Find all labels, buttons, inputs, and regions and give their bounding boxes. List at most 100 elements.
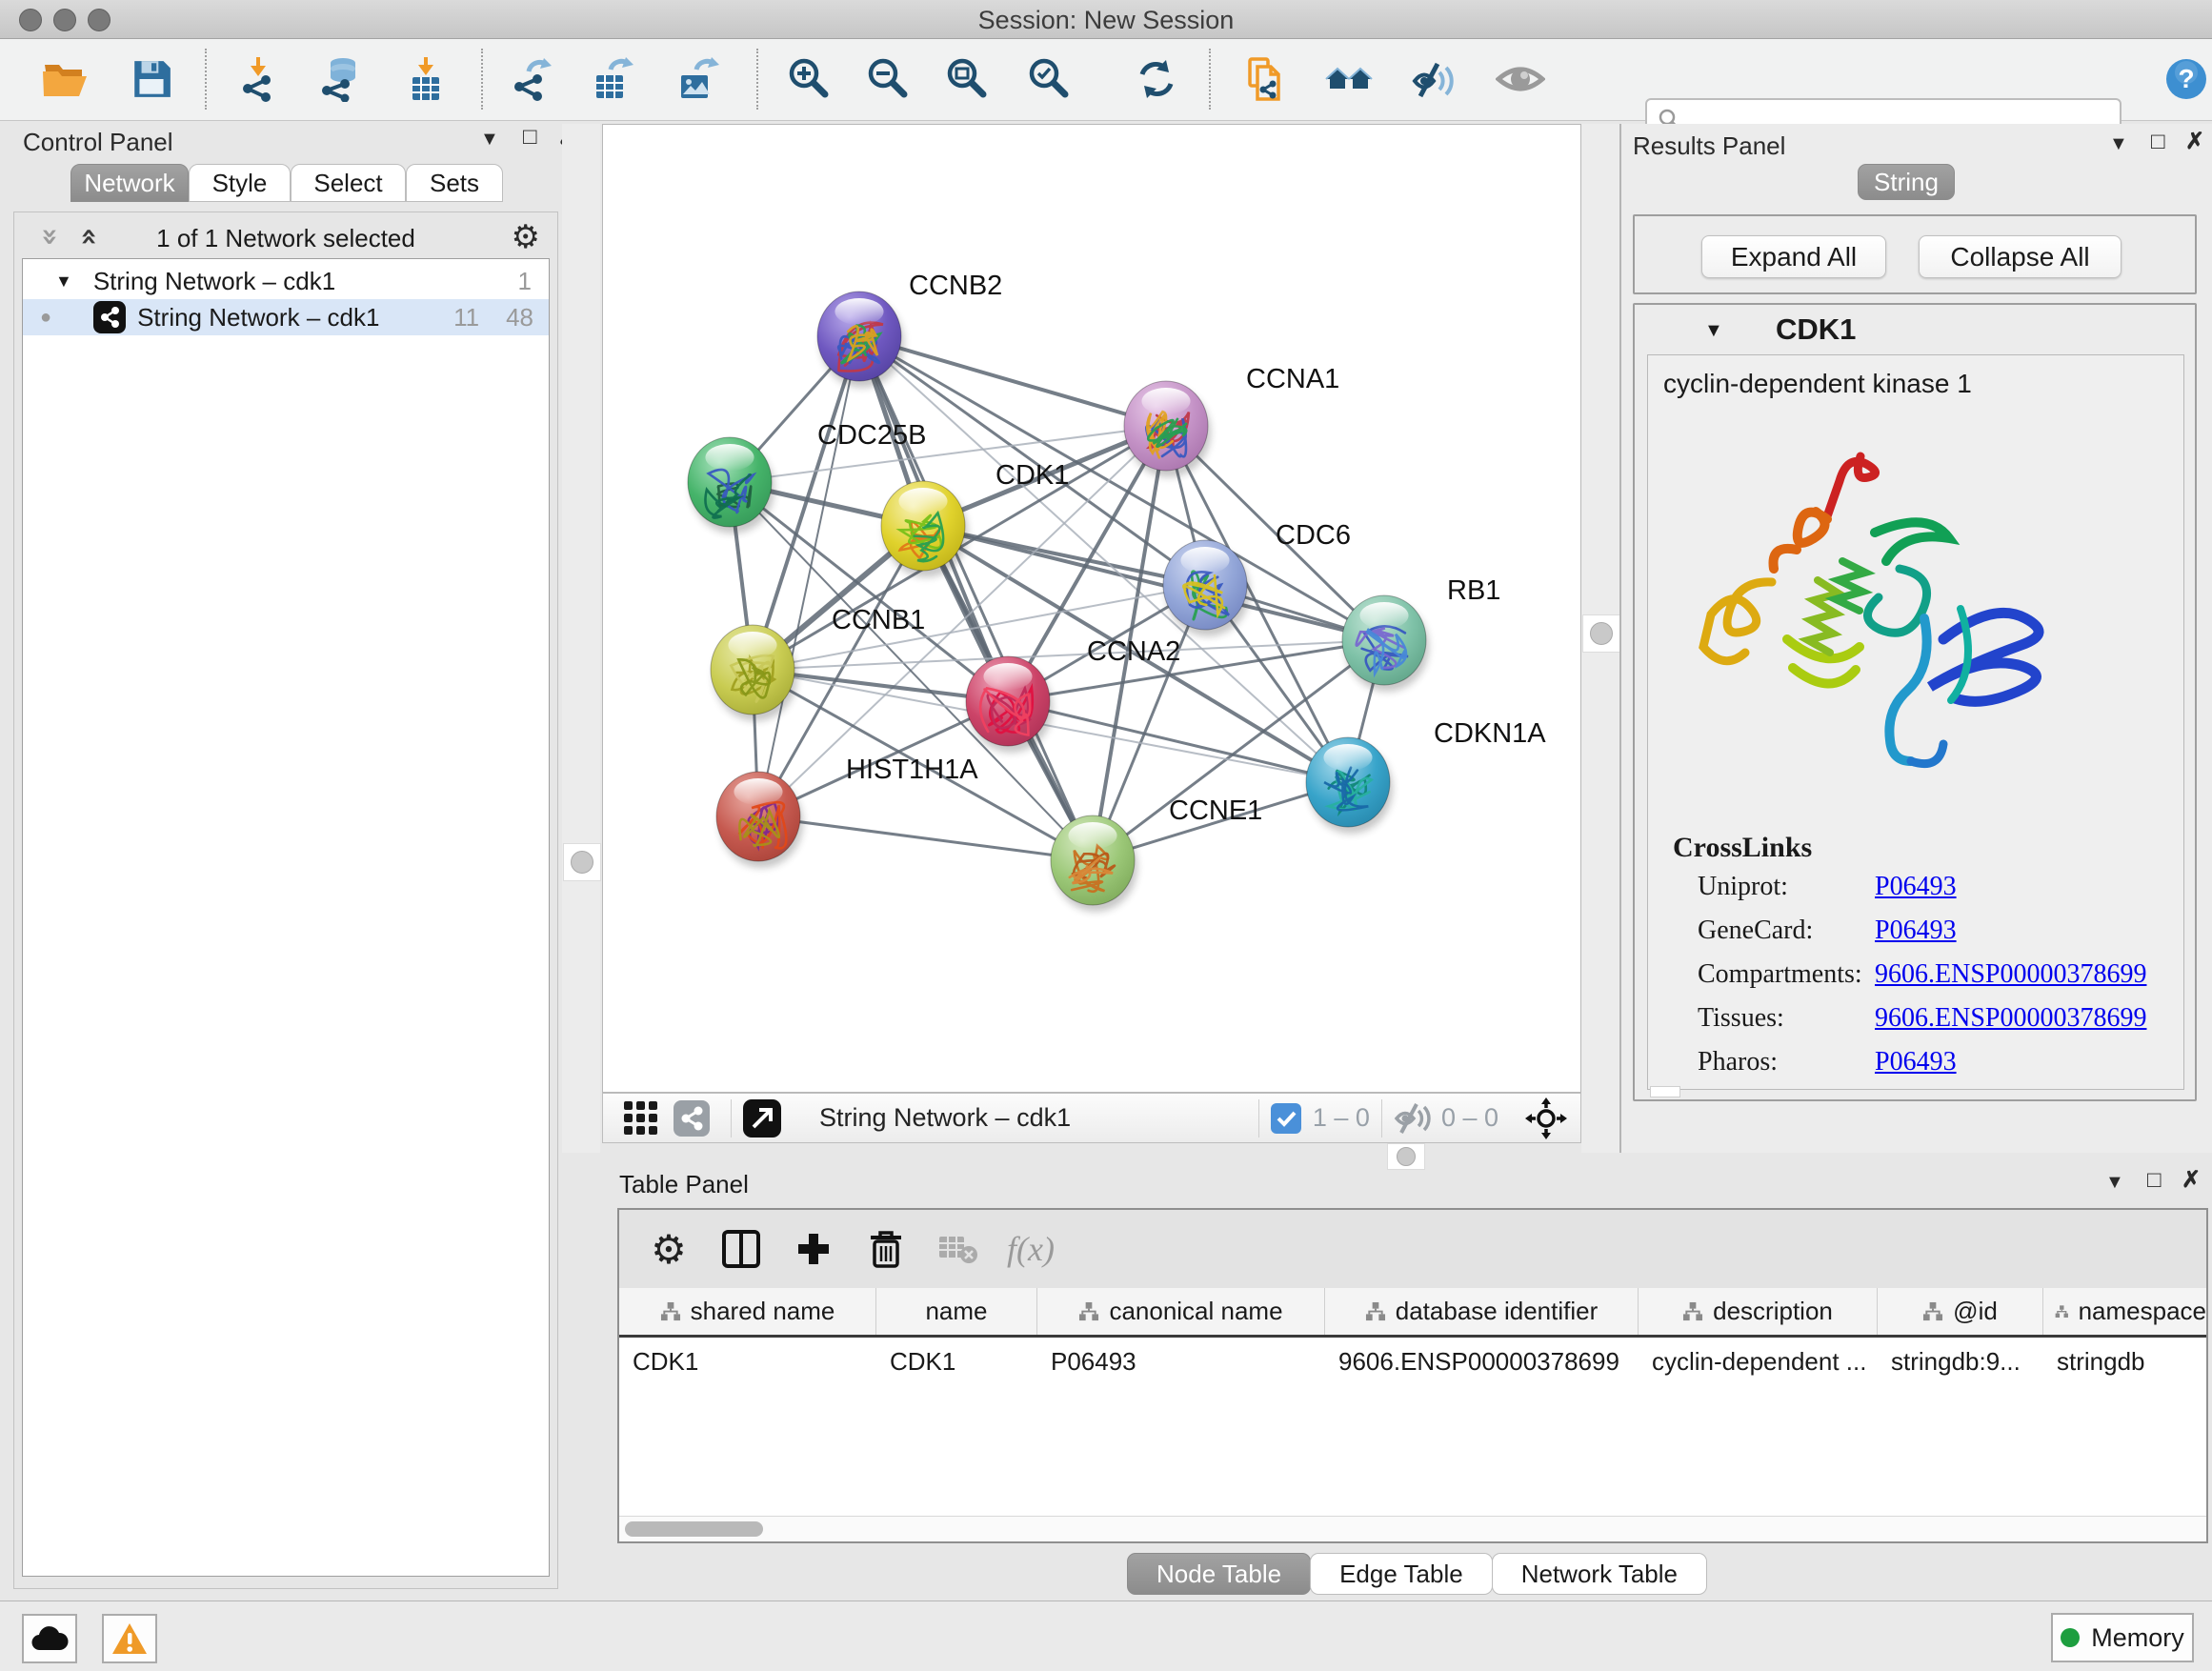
network-edge[interactable] — [758, 336, 859, 816]
hide-panels-button[interactable] — [1407, 51, 1462, 107]
cell-shared-name[interactable]: CDK1 — [619, 1340, 876, 1382]
network-canvas[interactable]: CCNB2CCNA1CDC25BCDK1CDC6RB1CCNB1CCNA2CDK… — [602, 124, 1581, 1093]
gene-caret-icon[interactable]: ▼ — [1704, 320, 1723, 342]
crosslink-value-link[interactable]: P06493 — [1875, 1047, 1957, 1077]
crosslink-value-link[interactable]: 9606.ENSP00000378699 — [1875, 1003, 2146, 1034]
tree-caret-icon[interactable]: ▼ — [55, 272, 72, 292]
collapse-panel-icon[interactable]: ▼ — [2105, 1173, 2124, 1192]
network-node-RB1[interactable] — [1342, 595, 1426, 685]
network-node-CDK1[interactable] — [881, 481, 965, 571]
export-network-button[interactable] — [503, 51, 558, 107]
table-settings-gear-icon[interactable]: ⚙ — [633, 1226, 705, 1273]
right-splitter[interactable] — [1581, 124, 1619, 1153]
crosslink-value-link[interactable]: P06493 — [1875, 872, 1957, 902]
warnings-button[interactable] — [102, 1614, 157, 1663]
cell-name[interactable]: CDK1 — [876, 1340, 1037, 1382]
column-header[interactable]: shared name — [619, 1288, 876, 1335]
float-panel-icon[interactable]: □ — [2151, 131, 2165, 153]
detach-view-icon[interactable] — [743, 1099, 781, 1137]
network-node-CDC6[interactable] — [1163, 540, 1247, 630]
network-node-CCNA2[interactable] — [966, 656, 1050, 746]
tab-style[interactable]: Style — [189, 164, 291, 202]
help-button[interactable]: ? — [2159, 51, 2212, 107]
add-column-icon[interactable] — [777, 1230, 850, 1268]
network-options-gear-icon[interactable]: ⚙ — [512, 218, 540, 256]
tab-string[interactable]: String — [1858, 164, 1955, 200]
column-header[interactable]: namespace — [2043, 1288, 2206, 1335]
tab-network-table[interactable]: Network Table — [1492, 1553, 1707, 1595]
float-panel-icon[interactable]: □ — [2147, 1169, 2162, 1192]
show-panels-button[interactable] — [1493, 51, 1548, 107]
network-node-CCNA1[interactable] — [1124, 381, 1208, 471]
export-image-button[interactable] — [671, 51, 726, 107]
import-table-button[interactable] — [398, 51, 453, 107]
column-header[interactable]: description — [1639, 1288, 1878, 1335]
save-session-button[interactable] — [124, 51, 179, 107]
string-view-icon[interactable] — [674, 1100, 710, 1137]
right-splitter-handle[interactable] — [1582, 614, 1620, 653]
network-node-CCNE1[interactable] — [1051, 815, 1135, 905]
zoom-in-button[interactable] — [781, 51, 836, 107]
cell-namespace[interactable]: stringdb — [2043, 1340, 2206, 1382]
close-panel-icon[interactable]: ✗ — [2185, 131, 2204, 153]
grid-view-icon[interactable] — [624, 1101, 658, 1136]
network-collection-row[interactable]: ▼ String Network – cdk1 1 — [23, 263, 549, 299]
home-networks-button[interactable] — [1321, 51, 1377, 107]
table-row[interactable]: CDK1 CDK1 P06493 9606.ENSP00000378699 cy… — [619, 1340, 2206, 1382]
network-node-HIST1H1A[interactable] — [716, 772, 800, 861]
selected-checkbox-icon[interactable] — [1271, 1103, 1301, 1134]
apply-layout-button[interactable] — [1129, 51, 1184, 107]
network-node-CCNB1[interactable] — [711, 625, 794, 715]
bottom-splitter-handle[interactable] — [1387, 1143, 1425, 1170]
crosslink-value-link[interactable]: P06493 — [1875, 916, 1957, 946]
cell-id[interactable]: stringdb:9... — [1878, 1340, 2043, 1382]
memory-button[interactable]: Memory — [2051, 1613, 2194, 1662]
show-columns-icon[interactable] — [705, 1229, 777, 1269]
crosslink-value-link[interactable]: 9606.ENSP00000378699 — [1875, 959, 2146, 990]
open-session-button[interactable] — [37, 51, 92, 107]
column-header[interactable]: canonical name — [1037, 1288, 1325, 1335]
network-node-CDC25B[interactable] — [688, 437, 772, 527]
cell-description[interactable]: cyclin-dependent ... — [1639, 1340, 1878, 1382]
column-header[interactable]: @id — [1878, 1288, 2043, 1335]
column-header[interactable]: database identifier — [1325, 1288, 1639, 1335]
import-network-database-button[interactable] — [314, 51, 370, 107]
results-scroll-notch[interactable] — [1650, 1086, 1680, 1097]
tab-sets[interactable]: Sets — [406, 164, 503, 202]
left-splitter-handle[interactable] — [563, 843, 601, 881]
control-panel-title: Control Panel — [23, 128, 173, 157]
collapse-panel-icon[interactable]: ▼ — [480, 130, 499, 149]
import-network-file-button[interactable] — [231, 51, 286, 107]
network-node-CDKN1A[interactable] — [1306, 737, 1390, 827]
export-table-button[interactable] — [585, 51, 640, 107]
tab-edge-table[interactable]: Edge Table — [1310, 1553, 1493, 1595]
hscrollbar-thumb[interactable] — [625, 1521, 763, 1537]
cell-database-identifier[interactable]: 9606.ENSP00000378699 — [1325, 1340, 1639, 1382]
column-header[interactable]: name — [876, 1288, 1037, 1335]
first-neighbors-button[interactable] — [1239, 51, 1295, 107]
network-selection-status: 1 of 1 Network selected — [14, 224, 557, 253]
collapse-panel-icon[interactable]: ▼ — [2109, 134, 2128, 153]
zoom-fit-button[interactable] — [939, 51, 995, 107]
network-edge[interactable] — [758, 816, 1093, 860]
left-splitter[interactable] — [562, 124, 600, 1153]
zoom-out-button[interactable] — [860, 51, 915, 107]
window-title: Session: New Session — [0, 6, 2212, 35]
cloud-services-button[interactable] — [22, 1614, 77, 1663]
table-hscrollbar[interactable] — [619, 1516, 2206, 1541]
delete-column-trash-icon[interactable] — [850, 1228, 922, 1270]
tab-select[interactable]: Select — [291, 164, 406, 202]
zoom-selected-button[interactable] — [1021, 51, 1076, 107]
network-graph[interactable]: CCNB2CCNA1CDC25BCDK1CDC6RB1CCNB1CCNA2CDK… — [603, 125, 1580, 1092]
tab-node-table[interactable]: Node Table — [1127, 1553, 1311, 1595]
cell-canonical-name[interactable]: P06493 — [1037, 1340, 1325, 1382]
network-edge[interactable] — [859, 336, 1166, 426]
close-panel-icon[interactable]: ✗ — [2182, 1169, 2201, 1192]
collapse-all-button[interactable]: Collapse All — [1919, 235, 2122, 278]
network-node-CCNB2[interactable] — [817, 292, 901, 381]
expand-all-button[interactable]: Expand All — [1701, 235, 1886, 278]
pan-crosshair-icon[interactable] — [1525, 1097, 1567, 1139]
tab-network[interactable]: Network — [70, 164, 189, 202]
network-row-selected[interactable]: ● String Network – cdk1 11 48 — [23, 299, 549, 335]
float-panel-icon[interactable]: □ — [523, 126, 537, 149]
